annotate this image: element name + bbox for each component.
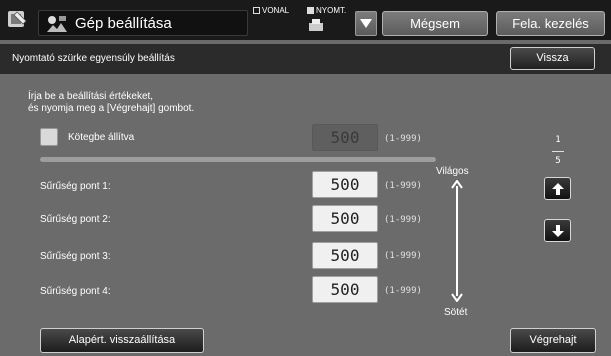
scale-light-label: Világos	[436, 166, 469, 177]
density-point-3-label: Sűrűség pont 3:	[40, 251, 111, 262]
mode-print-label: NYOMT.	[316, 6, 347, 15]
settings-wrench-icon[interactable]	[6, 8, 28, 30]
batch-value-field: 500	[312, 124, 378, 151]
window-title: Gép beállítása	[75, 15, 172, 32]
mode-line-label: VONAL	[262, 6, 290, 15]
mode-line-box	[253, 7, 260, 14]
subheader: Nyomtató szürke egyensúly beállítás Viss…	[0, 44, 611, 74]
page-separator	[552, 151, 564, 152]
density-point-2-field[interactable]: 500	[312, 205, 378, 232]
back-button[interactable]: Vissza	[510, 47, 595, 70]
screen: Gép beállítása VONAL NYOMT. Mégsem Fela.…	[0, 0, 611, 356]
arrow-down-icon	[552, 225, 564, 237]
scroll-down-button[interactable]	[544, 219, 571, 242]
chevron-down-icon	[360, 19, 372, 28]
scale-dark-label: Sötét	[444, 307, 468, 318]
instructions: Írja be a beállítási értékeket, és nyomj…	[28, 91, 194, 115]
scroll-up-button[interactable]	[544, 177, 571, 200]
reset-defaults-button[interactable]: Alapért. visszaállítása	[40, 328, 204, 353]
density-point-4-range: (1-999)	[384, 286, 422, 296]
density-point-1-field[interactable]: 500	[312, 171, 378, 198]
mode-line-indicator: VONAL	[253, 6, 289, 15]
density-point-2-range: (1-999)	[384, 215, 422, 225]
page-total: 5	[555, 156, 561, 166]
execute-button[interactable]: Végrehajt	[510, 328, 596, 353]
page-title: Nyomtató szürke egyensúly beállítás	[12, 53, 175, 64]
scale-double-arrow-icon	[451, 179, 463, 307]
density-point-4-label: Sűrűség pont 4:	[40, 286, 111, 297]
instruction-line-2: és nyomja meg a [Végrehajt] gombot.	[28, 103, 195, 114]
printer-status-icon	[308, 18, 324, 32]
top-bar: Gép beállítása VONAL NYOMT. Mégsem Fela.…	[0, 0, 611, 40]
job-status-button[interactable]: Fela. kezelés	[496, 11, 605, 36]
density-point-1-range: (1-999)	[384, 181, 422, 191]
mode-print-box	[307, 7, 314, 14]
batch-label: Kötegbe állítva	[68, 132, 135, 143]
cancel-button[interactable]: Mégsem	[382, 11, 488, 36]
arrow-up-icon	[552, 183, 564, 195]
density-point-1-label: Sűrűség pont 1:	[40, 181, 111, 192]
title-box: Gép beállítása	[38, 10, 248, 36]
page-current: 1	[555, 135, 561, 145]
batch-checkbox[interactable]	[40, 128, 58, 146]
machine-settings-icon	[45, 14, 69, 34]
instruction-line-1: Írja be a beállítási értékeket,	[28, 91, 154, 102]
mode-dropdown-button[interactable]	[355, 11, 377, 36]
batch-range: (1-999)	[384, 134, 422, 144]
mode-print-indicator: NYOMT.	[307, 6, 346, 15]
density-point-3-field[interactable]: 500	[312, 242, 378, 269]
density-point-2-label: Sűrűség pont 2:	[40, 214, 111, 225]
divider-bar	[40, 157, 436, 162]
density-point-4-field[interactable]: 500	[312, 276, 378, 303]
density-point-3-range: (1-999)	[384, 251, 422, 261]
